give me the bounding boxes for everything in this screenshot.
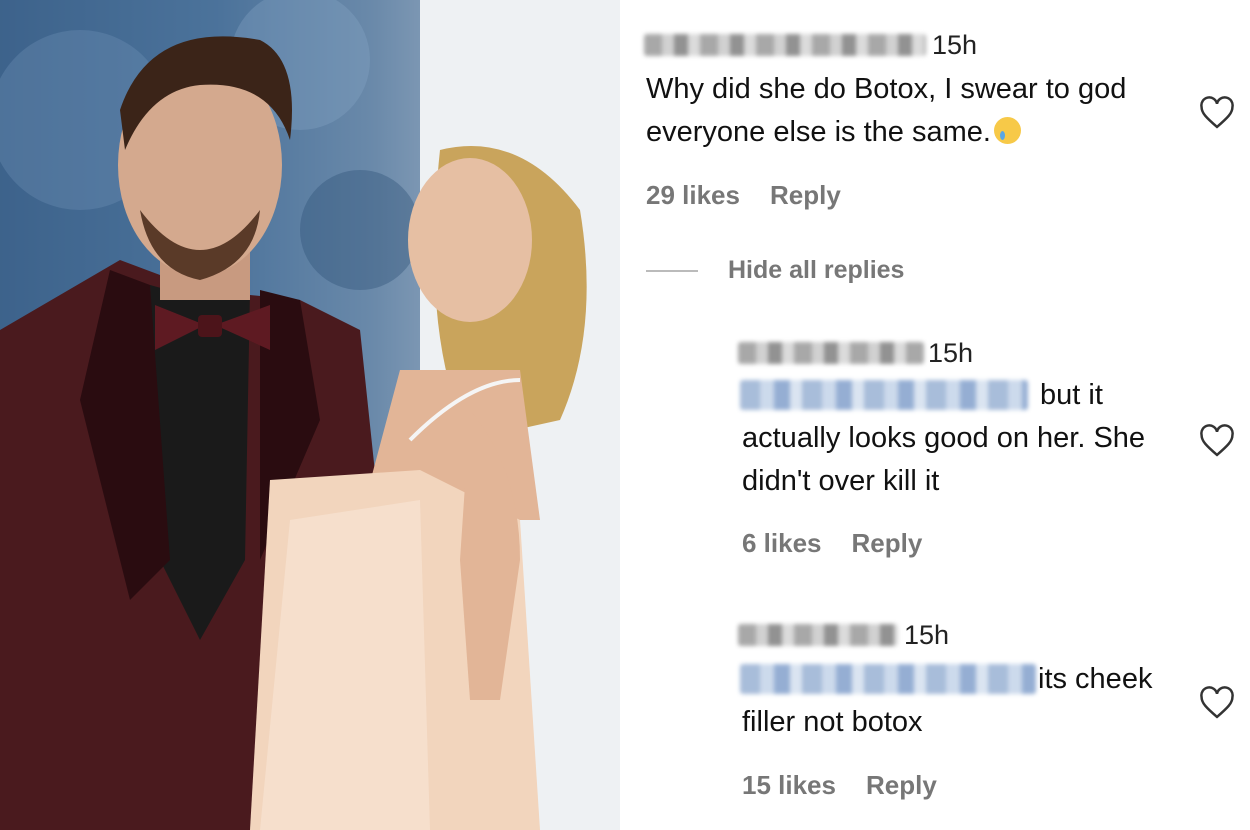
comments-panel: 15h Why did she do Botox, I swear to god… [626,0,1250,830]
reply-meta: 6 likes Reply [742,528,952,559]
comment-text-content: Why did she do Botox, I swear to god eve… [646,73,1127,148]
celebrity-photo [0,0,620,830]
reply-text: filler not botox [742,706,923,738]
username-redacted [738,342,924,364]
username-redacted [644,34,926,56]
mention-redacted [740,664,1036,694]
reply-timestamp: 15h [904,620,950,650]
hide-replies-button[interactable]: Hide all replies [728,256,904,285]
like-count[interactable]: 15 likes [742,770,836,800]
reply-button[interactable]: Reply [852,528,923,558]
reply-button[interactable]: Reply [866,770,937,800]
reply-timestamp: 15h [928,338,974,368]
photo-illustration [0,0,620,830]
heart-outline-icon[interactable] [1198,96,1236,130]
reply-button[interactable]: Reply [770,180,841,210]
username-redacted [738,624,898,646]
reply-text-suffix: its cheek [1038,663,1153,695]
heart-outline-icon[interactable] [1198,424,1236,458]
heart-outline-icon[interactable] [1198,686,1236,720]
reply-text-suffix: but it [1040,379,1103,411]
like-count[interactable]: 6 likes [742,528,822,558]
comment-text: Why did she do Botox, I swear to god eve… [646,68,1166,154]
reply-meta: 15 likes Reply [742,770,967,801]
replies-divider-line [646,270,698,272]
comment-timestamp: 15h [932,30,978,60]
crying-face-emoji [993,117,1021,144]
reply-text: actually looks good on her. She didn't o… [742,422,1146,497]
like-count[interactable]: 29 likes [646,180,740,210]
comment-meta: 29 likes Reply [646,180,871,211]
mention-redacted [740,380,1028,410]
